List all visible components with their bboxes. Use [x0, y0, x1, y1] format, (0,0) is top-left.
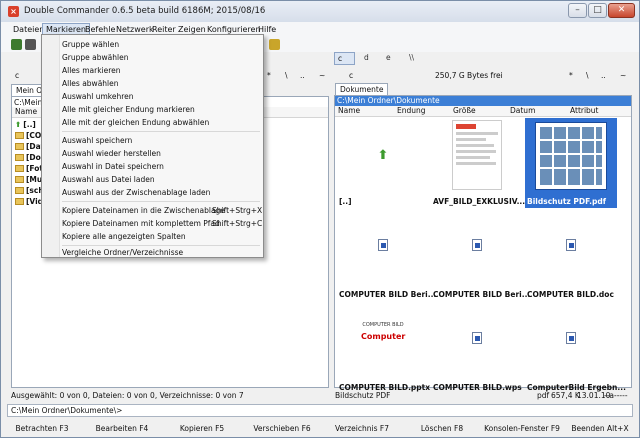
column-date[interactable]: Datum	[510, 106, 535, 116]
menu-item-save-selection[interactable]: Auswahl speichern	[62, 136, 132, 145]
menu-item-select-same-ext[interactable]: Alle mit gleicher Endung markieren	[62, 105, 195, 114]
pdf-preview-image	[452, 120, 502, 190]
left-nav-up[interactable]: ..	[300, 71, 305, 83]
menu-item-unselect-same-ext[interactable]: Alle mit der gleichen Endung abwählen	[62, 118, 209, 127]
column-name[interactable]: Name	[338, 106, 360, 116]
menu-item-copy-full-paths[interactable]: Kopiere Dateinamen mit komplettem Pfad Sh…	[62, 219, 262, 228]
main-window: ⨯ Double Commander 0.6.5 beta build 6186…	[0, 0, 640, 438]
word-doc-icon	[566, 239, 576, 251]
up-arrow-icon: ⬆	[377, 148, 389, 163]
left-status-bar: Ausgewählt: 0 von 0, Dateien: 0 von 0, V…	[11, 391, 244, 400]
drive-button-c[interactable]: c	[334, 52, 355, 65]
menu-gutter	[42, 35, 60, 257]
wps-doc-icon	[472, 332, 482, 344]
close-button[interactable]: ✕	[608, 3, 635, 18]
word-doc-icon	[566, 332, 576, 344]
menu-item-copy-filenames[interactable]: Kopiere Dateinamen in die Zwischenablage…	[62, 206, 262, 215]
f8-delete-button[interactable]: Löschen F8	[403, 420, 481, 435]
left-nav-root[interactable]: *	[267, 71, 271, 83]
menu-item-load-selection-clipboard[interactable]: Auswahl aus der Zwischenablage laden	[62, 188, 210, 197]
right-drive-indicator[interactable]: c	[349, 71, 353, 83]
refresh-icon[interactable]	[11, 39, 22, 50]
f7-mkdir-button[interactable]: Verzeichnis F7	[323, 420, 401, 435]
left-nav-home[interactable]: ~	[319, 71, 325, 83]
right-status-name: Bildschutz PDF	[335, 391, 391, 400]
right-column-header: Name Endung Größe Datum Attribut	[335, 106, 631, 117]
column-extension[interactable]: Endung	[397, 106, 426, 116]
f4-edit-button[interactable]: Bearbeiten F4	[83, 420, 161, 435]
right-drive-toolbar: c d e \\	[334, 52, 634, 66]
app-icon: ⨯	[8, 6, 19, 17]
thumbnail-pptx[interactable]: COMPUTER BILD Computer COMPUTER BILD.ppt…	[337, 304, 430, 394]
thumbnail-doc[interactable]: COMPUTER BILD Beri...	[431, 211, 530, 301]
markieren-dropdown-menu: Gruppe wählen Gruppe abwählen Alles mark…	[41, 34, 264, 258]
exit-button[interactable]: Beenden Alt+X	[563, 420, 637, 435]
right-status-size: 657,4 K	[551, 391, 580, 400]
left-drive-indicator[interactable]: c	[15, 71, 19, 83]
right-nav-root[interactable]: *	[569, 71, 573, 83]
f6-move-button[interactable]: Verschieben F6	[243, 420, 321, 435]
drive-button-d[interactable]: d	[364, 53, 369, 62]
thumbnail-doc[interactable]: ComputerBild Ergebn...	[525, 304, 626, 394]
right-nav-home[interactable]: ~	[620, 71, 626, 83]
list-item[interactable]: ⬆ [..]	[15, 119, 36, 130]
right-free-space: 250,7 G Bytes frei	[435, 71, 503, 80]
right-path-bar: C:\Mein Ordner\Dokumente	[335, 96, 631, 106]
drive-button-network[interactable]: \\	[409, 53, 414, 62]
folder-sync-icon[interactable]	[269, 39, 280, 50]
left-nav-backslash[interactable]: \	[285, 71, 288, 83]
thumbnail-doc[interactable]: COMPUTER BILD.doc	[525, 211, 617, 301]
right-nav-backslash[interactable]: \	[586, 71, 589, 83]
thumbnail-selected[interactable]: Bildschutz PDF.pdf	[525, 118, 617, 208]
terminal-icon[interactable]	[25, 39, 36, 50]
menu-item-select-group[interactable]: Gruppe wählen	[62, 40, 119, 49]
right-file-panel[interactable]: C:\Mein Ordner\Dokumente Name Endung Grö…	[334, 95, 632, 392]
maximize-button[interactable]: □	[588, 3, 607, 18]
f3-view-button[interactable]: Betrachten F3	[3, 420, 81, 435]
title-bar: ⨯ Double Commander 0.6.5 beta build 6186…	[1, 1, 639, 22]
thumbnail-wps[interactable]: COMPUTER BILD.wps	[431, 304, 523, 394]
logo-wordmark: Computer	[361, 332, 406, 341]
column-attribute[interactable]: Attribut	[570, 106, 599, 116]
word-doc-icon	[472, 239, 482, 251]
menu-item-unselect-group[interactable]: Gruppe abwählen	[62, 53, 128, 62]
drive-letter: c	[338, 54, 343, 63]
column-size[interactable]: Größe	[453, 106, 476, 116]
menu-item-unselect-all[interactable]: Alles abwählen	[62, 79, 119, 88]
menu-item-load-selection-file[interactable]: Auswahl aus Datei laden	[62, 175, 155, 184]
menu-item-invert-selection[interactable]: Auswahl umkehren	[62, 92, 134, 101]
photo-grid-preview	[535, 122, 607, 190]
menu-item-save-selection-file[interactable]: Auswahl in Datei speichern	[62, 162, 164, 171]
word-doc-icon	[378, 239, 388, 251]
menu-item-copy-all-columns[interactable]: Kopiere alle angezeigten Spalten	[62, 232, 186, 241]
menu-item-restore-selection[interactable]: Auswahl wieder herstellen	[62, 149, 161, 158]
menu-item-compare-directories[interactable]: Vergleiche Ordner/Verzeichnisse	[62, 248, 183, 257]
drive-button-e[interactable]: e	[386, 53, 391, 62]
command-line-input[interactable]: C:\Mein Ordner\Dokumente\>	[7, 404, 633, 417]
logo-caption: COMPUTER BILD	[362, 322, 404, 328]
computer-bild-logo: COMPUTER BILD Computer	[353, 322, 413, 350]
window-title: Double Commander 0.6.5 beta build 6186M;…	[24, 6, 266, 16]
menu-separator	[62, 131, 260, 132]
menu-separator	[62, 201, 260, 202]
function-key-bar: Betrachten F3 Bearbeiten F4 Kopieren F5 …	[1, 419, 639, 437]
f5-copy-button[interactable]: Kopieren F5	[163, 420, 241, 435]
thumbnail-parent[interactable]: ⬆ [..]	[337, 118, 429, 208]
right-status-ext: pdf	[537, 391, 550, 400]
menu-item-select-all[interactable]: Alles markieren	[62, 66, 121, 75]
right-status-attr: --a-----	[604, 391, 628, 400]
f9-terminal-button[interactable]: Konsolen-Fenster F9	[483, 420, 561, 435]
left-column-name[interactable]: Name	[15, 107, 37, 117]
right-nav-up[interactable]: ..	[601, 71, 606, 83]
right-tab-dokumente[interactable]: Dokumente	[335, 83, 389, 95]
thumbnail-pdf[interactable]: AVF_BILD_EXKLUSIV...	[431, 118, 525, 208]
minimize-button[interactable]: –	[568, 3, 587, 18]
thumbnail-doc[interactable]: COMPUTER BILD Beri...	[337, 211, 436, 301]
menu-separator	[62, 245, 260, 246]
list-item[interactable]: [Dat	[15, 141, 44, 152]
